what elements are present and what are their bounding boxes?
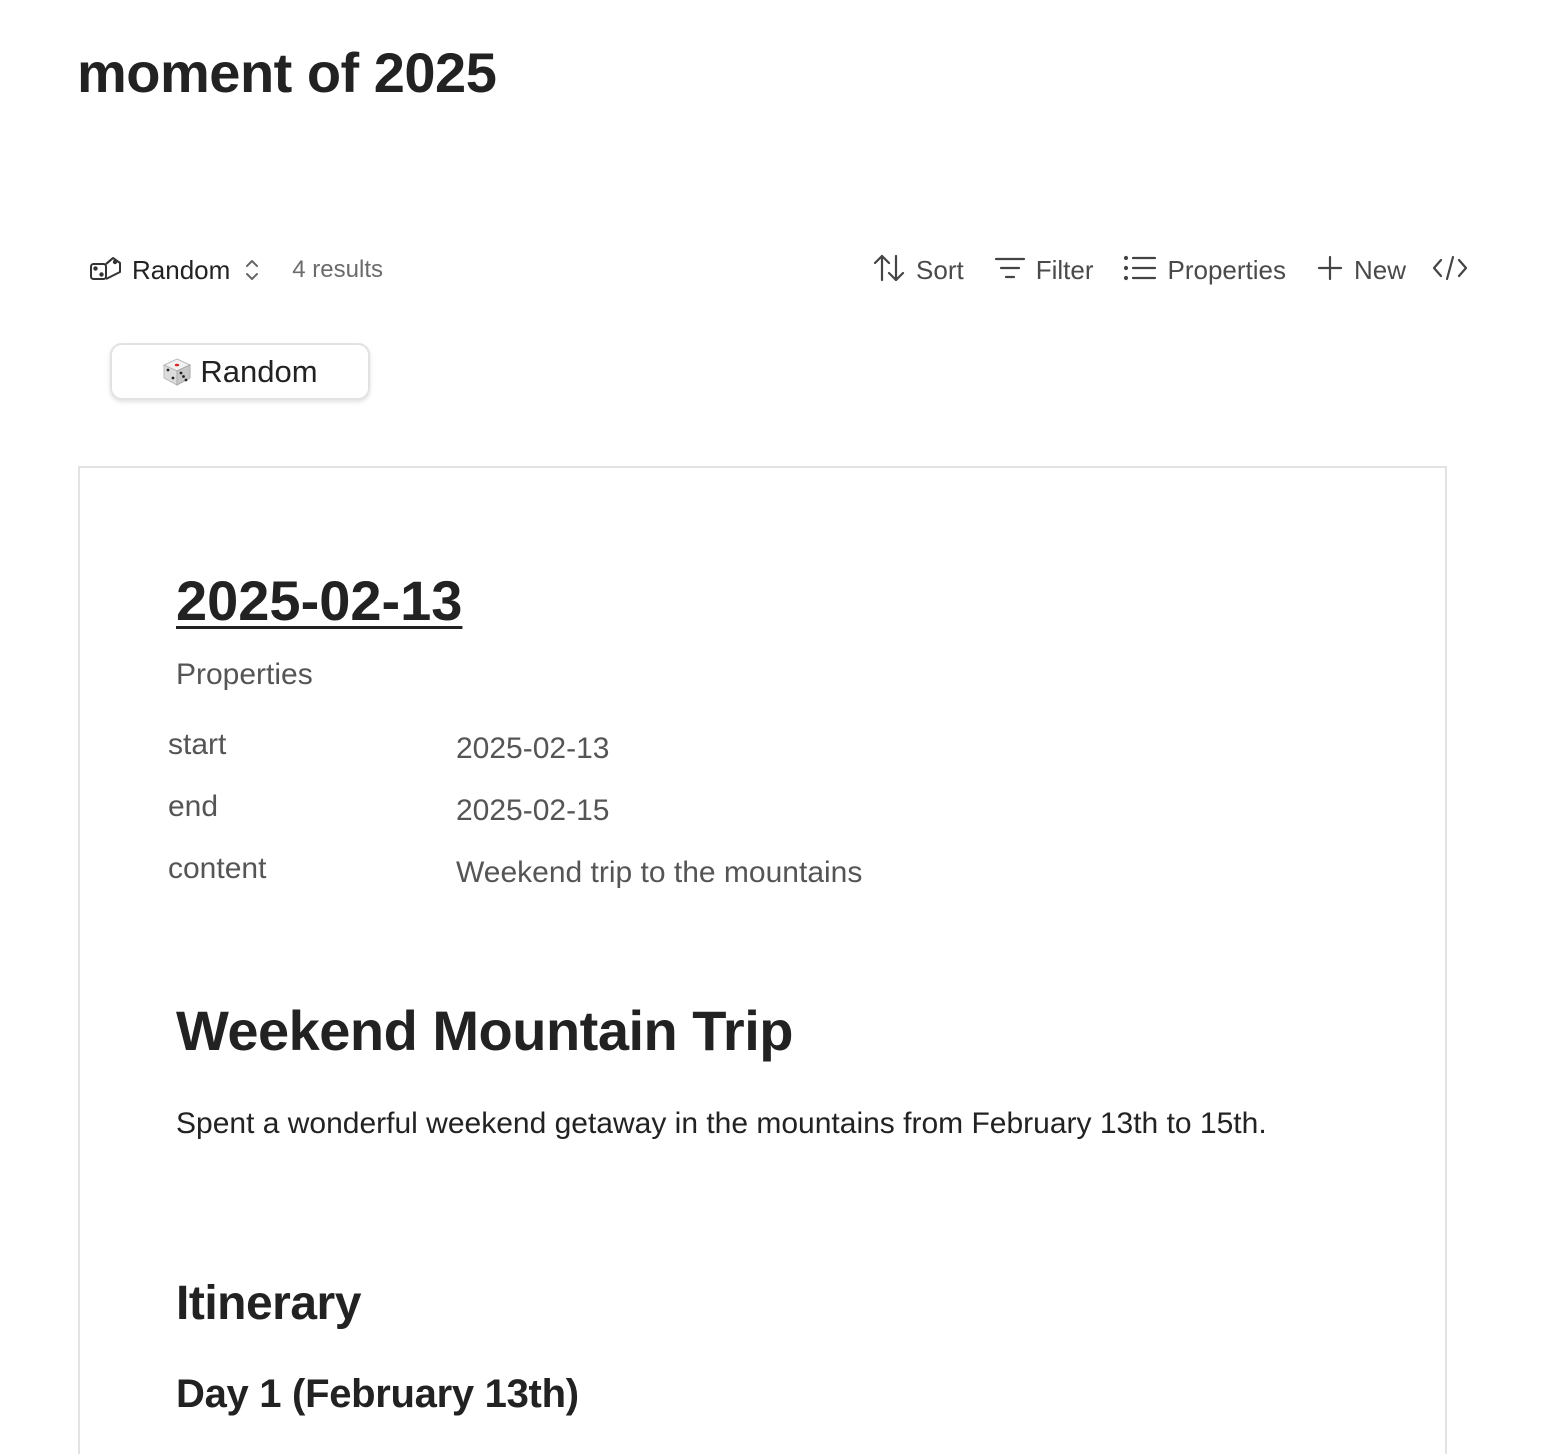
random-button[interactable]: Random: [110, 343, 370, 400]
filter-label: Filter: [1035, 254, 1094, 285]
chevron-up-down-icon: [244, 257, 260, 283]
property-value: 2025-02-13: [456, 732, 610, 765]
dice-icon: [162, 357, 192, 387]
view-name: Random: [132, 254, 231, 285]
random-button-label: Random: [200, 353, 318, 389]
property-value: Weekend trip to the mountains: [456, 856, 863, 889]
plus-icon: [1316, 254, 1344, 287]
properties-heading: Properties: [176, 658, 313, 691]
result-count: 4 results: [292, 256, 383, 283]
page: moment of 2025 Random 4 results Sort Fil…: [0, 0, 1552, 1454]
properties-button[interactable]: Properties: [1123, 254, 1286, 287]
database-toolbar: Random 4 results Sort Filter Properties …: [88, 248, 1468, 292]
property-key: start: [168, 728, 227, 761]
toolbar-left: Random 4 results: [88, 250, 383, 291]
code-icon: [1432, 253, 1468, 288]
embed-code-button[interactable]: [1432, 253, 1468, 288]
entry-card: 2025-02-13 Properties start 2025-02-13 e…: [78, 466, 1447, 1454]
property-row-end: end 2025-02-15: [168, 790, 1368, 830]
page-title: moment of 2025: [77, 41, 497, 104]
filter-button[interactable]: Filter: [994, 253, 1094, 288]
toolbar-right: Sort Filter Properties New: [872, 252, 1468, 289]
content-heading-3: Day 1 (February 13th): [176, 1372, 579, 1416]
property-key: end: [168, 790, 219, 823]
new-label: New: [1353, 254, 1406, 285]
filter-icon: [994, 253, 1026, 288]
property-row-content: content Weekend trip to the mountains: [168, 852, 1368, 892]
properties-label: Properties: [1167, 254, 1286, 285]
property-value: 2025-02-15: [456, 794, 610, 827]
sort-label: Sort: [916, 254, 964, 285]
content-paragraph: Spent a wonderful weekend getaway in the…: [176, 1107, 1267, 1140]
new-button[interactable]: New: [1316, 254, 1406, 287]
property-key: content: [168, 852, 267, 885]
property-row-start: start 2025-02-13: [168, 728, 1368, 768]
list-icon: [1123, 254, 1157, 287]
sort-button[interactable]: Sort: [872, 252, 964, 289]
content-heading-2: Itinerary: [176, 1277, 361, 1330]
content-heading-1: Weekend Mountain Trip: [176, 999, 793, 1062]
dice-view-icon: [88, 250, 124, 291]
sort-icon: [872, 252, 906, 289]
view-switcher[interactable]: Random: [88, 250, 260, 291]
entry-title-link[interactable]: 2025-02-13: [176, 568, 462, 634]
